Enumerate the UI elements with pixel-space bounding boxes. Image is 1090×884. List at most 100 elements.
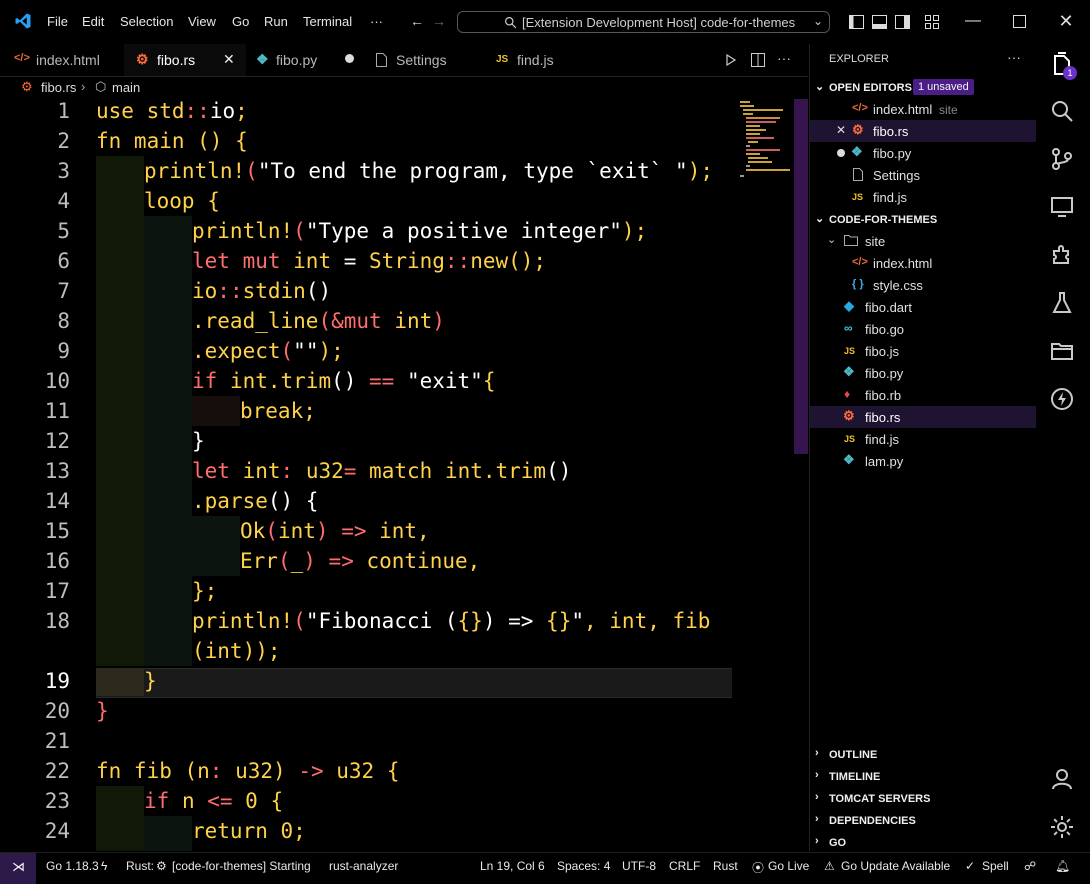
- forward-arrow-icon[interactable]: →: [431, 14, 447, 28]
- activity-bar: 1: [1036, 44, 1090, 851]
- menu-more[interactable]: ···: [370, 14, 383, 29]
- lightning-icon[interactable]: [1047, 384, 1077, 414]
- tree-file-fibo-rb[interactable]: ♦ fibo.rb: [810, 384, 1036, 406]
- section-workspace[interactable]: ⌄ CODE-FOR-THEMES: [810, 209, 1036, 231]
- breadcrumb-symbol[interactable]: main: [112, 80, 140, 95]
- status-analyzer[interactable]: rust-analyzer: [329, 859, 398, 873]
- chevron-right-icon: ›: [81, 79, 86, 94]
- code-line-8: .read_line(&mut int): [192, 309, 445, 333]
- tree-file-fibo-rs[interactable]: ⚙ fibo.rs: [810, 406, 1036, 428]
- menu-file[interactable]: File: [47, 14, 68, 29]
- tree-file-fibo-py[interactable]: ❖ fibo.py: [810, 362, 1036, 384]
- line-number: 21: [44, 729, 70, 753]
- gear-icon[interactable]: [1047, 812, 1077, 842]
- vertical-scrollbar[interactable]: [794, 99, 808, 454]
- section-open-editors[interactable]: ⌄ OPEN EDITORS 1 unsaved: [810, 77, 1036, 99]
- tab-fibo-py[interactable]: ❖ fibo.py: [246, 44, 364, 76]
- tab-settings[interactable]: Settings: [364, 44, 484, 76]
- status-eol[interactable]: CRLF: [669, 859, 700, 873]
- account-icon[interactable]: [1047, 764, 1077, 794]
- menu-edit[interactable]: Edit: [82, 14, 104, 29]
- status-go-update[interactable]: Go Update Available: [841, 859, 950, 873]
- notifications-bell-icon[interactable]: 🔔︎: [1055, 859, 1070, 873]
- rust-icon: ⚙: [136, 51, 149, 67]
- command-center-search[interactable]: [Extension Development Host] code-for-th…: [457, 11, 830, 33]
- section-outline[interactable]: › OUTLINE: [810, 744, 1036, 766]
- code-editor[interactable]: 1 2 3 4 5 6 7 8 9 10 11 12 13 14 15 16 17 18 19 20 21 22 23 24 …: [0, 99, 808, 851]
- feedback-icon[interactable]: ☍: [1024, 859, 1036, 873]
- status-indentation[interactable]: Spaces: 4: [557, 859, 610, 873]
- toggle-secondary-sidebar-icon[interactable]: [895, 15, 910, 29]
- chevron-down-icon[interactable]: ⌄: [813, 14, 823, 28]
- customize-layout-icon[interactable]: [925, 15, 939, 29]
- tree-folder-site[interactable]: ⌄ site: [810, 230, 1036, 252]
- status-rust-task[interactable]: [code-for-themes] Starting: [172, 859, 311, 873]
- tab-index-html[interactable]: </> index.html: [0, 44, 124, 76]
- check-icon: ✓: [965, 859, 976, 873]
- menu-go[interactable]: Go: [232, 14, 249, 29]
- menu-view[interactable]: View: [188, 14, 216, 29]
- open-editor-fibo-py[interactable]: ❖ fibo.py: [810, 142, 1036, 164]
- close-icon[interactable]: ✕: [836, 123, 846, 137]
- tree-file-fibo-go[interactable]: ∞ fibo.go: [810, 318, 1036, 340]
- minimize-icon[interactable]: —: [965, 13, 981, 29]
- tree-file-find-js[interactable]: JS find.js: [810, 428, 1036, 450]
- back-arrow-icon[interactable]: ←: [409, 14, 425, 28]
- open-editor-index-html[interactable]: </> index.html site: [810, 98, 1036, 120]
- tree-file-fibo-js[interactable]: JS fibo.js: [810, 340, 1036, 362]
- toggle-panel-icon[interactable]: [872, 15, 887, 29]
- code-line-7: io::stdin(): [192, 279, 332, 303]
- explorer-sidebar: EXPLORER ··· ⌄ OPEN EDITORS 1 unsaved </…: [809, 44, 1036, 851]
- tree-file-lam-py[interactable]: ❖ lam.py: [810, 450, 1036, 472]
- more-actions-icon[interactable]: ···: [1007, 49, 1021, 65]
- line-number: 13: [44, 459, 70, 483]
- tree-file-fibo-dart[interactable]: ◆ fibo.dart: [810, 296, 1036, 318]
- testing-flask-icon[interactable]: [1047, 288, 1077, 318]
- unsaved-dot-icon[interactable]: [345, 54, 354, 63]
- split-editor-icon[interactable]: [751, 53, 765, 67]
- maximize-icon[interactable]: [1013, 15, 1026, 28]
- menu-run[interactable]: Run: [264, 14, 288, 29]
- status-rust[interactable]: Rust:: [126, 859, 154, 873]
- code-line-23: if n <= 0 {: [144, 789, 284, 813]
- section-go[interactable]: › GO: [810, 832, 1036, 854]
- extensions-icon[interactable]: [1047, 240, 1077, 270]
- section-dependencies[interactable]: › DEPENDENCIES: [810, 810, 1036, 832]
- line-number: 19: [44, 669, 70, 693]
- section-tomcat-servers[interactable]: › TOMCAT SERVERS: [810, 788, 1036, 810]
- status-go-version[interactable]: Go 1.18.3: [46, 859, 99, 873]
- run-icon[interactable]: [725, 54, 737, 66]
- status-language[interactable]: Rust: [713, 859, 738, 873]
- menu-terminal[interactable]: Terminal: [303, 14, 352, 29]
- status-go-live[interactable]: Go Live: [768, 859, 809, 873]
- line-number: 22: [44, 759, 70, 783]
- status-spell[interactable]: Spell: [982, 859, 1009, 873]
- breadcrumb-file[interactable]: fibo.rs: [41, 80, 76, 95]
- remote-explorer-icon[interactable]: [1047, 192, 1077, 222]
- section-timeline[interactable]: › TIMELINE: [810, 766, 1036, 788]
- source-control-icon[interactable]: [1047, 144, 1077, 174]
- tree-file-index-html[interactable]: </> index.html: [810, 252, 1036, 274]
- open-editor-settings[interactable]: Settings: [810, 164, 1036, 186]
- folder-icon[interactable]: [1047, 336, 1077, 366]
- close-icon[interactable]: ✕: [223, 51, 235, 68]
- open-editor-find-js[interactable]: JS find.js: [810, 186, 1036, 208]
- line-number: 23: [44, 789, 70, 813]
- status-cursor-position[interactable]: Ln 19, Col 6: [480, 859, 545, 873]
- chevron-right-icon: ›: [815, 791, 819, 803]
- breadcrumb: ⚙ fibo.rs › ⬡ main: [0, 77, 808, 99]
- toggle-primary-sidebar-icon[interactable]: [849, 15, 864, 29]
- explorer-icon[interactable]: 1: [1047, 50, 1077, 80]
- search-icon[interactable]: [1047, 96, 1077, 126]
- menu-selection[interactable]: Selection: [120, 14, 173, 29]
- tab-find-js[interactable]: JS find.js: [484, 44, 604, 76]
- tab-fibo-rs[interactable]: ⚙ fibo.rs ✕: [124, 44, 246, 76]
- minimap[interactable]: [738, 99, 794, 179]
- python-icon: ❖: [256, 51, 269, 67]
- status-encoding[interactable]: UTF-8: [622, 859, 656, 873]
- more-actions-icon[interactable]: ···: [777, 50, 791, 66]
- remote-indicator[interactable]: ⋊: [0, 853, 36, 884]
- tree-file-style-css[interactable]: { } style.css: [810, 274, 1036, 296]
- open-editor-fibo-rs[interactable]: ✕ ⚙ fibo.rs: [810, 120, 1036, 142]
- close-window-icon[interactable]: ✕: [1058, 12, 1074, 30]
